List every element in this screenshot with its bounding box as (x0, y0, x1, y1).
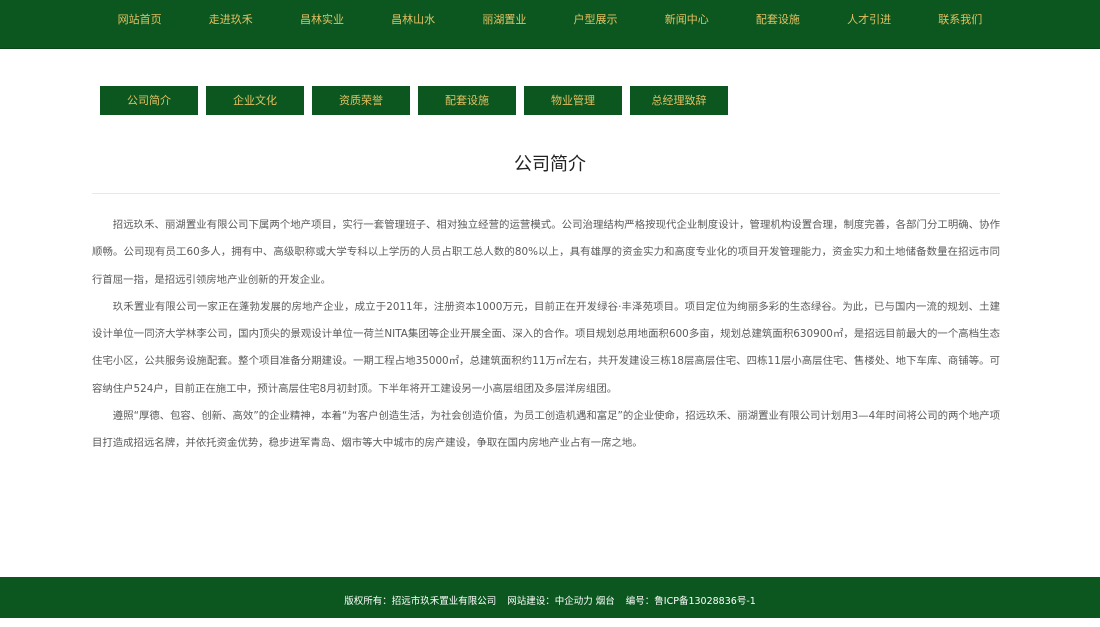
subnav-corporate-culture-button[interactable]: 企业文化 (206, 86, 304, 115)
nav-item-news[interactable]: 新闻中心 (641, 0, 732, 40)
footer-copyright: 版权所有：招远市玖禾置业有限公司 (344, 596, 497, 607)
subnav-facilities-button[interactable]: 配套设施 (418, 86, 516, 115)
nav-item-lihu-property[interactable]: 丽湖置业 (459, 0, 550, 40)
subnav-property-management-button[interactable]: 物业管理 (524, 86, 622, 115)
footer-icp-number: 编号：鲁ICP备13028836号-1 (625, 596, 756, 607)
page-title: 公司简介 (514, 154, 586, 175)
nav-item-talent[interactable]: 人才引进 (824, 0, 915, 40)
nav-item-changlin-industry[interactable]: 昌林实业 (276, 0, 367, 40)
article-paragraph: 玖禾置业有限公司一家正在蓬勃发展的房地产企业，成立于2011年，注册资本1000… (92, 300, 1000, 395)
top-navigation-bar: 网站首页 走进玖禾 昌林实业 昌林山水 丽湖置业 户型展示 新闻中心 配套设施 … (0, 0, 1100, 49)
nav-item-changlin-shanshui[interactable]: 昌林山水 (368, 0, 459, 40)
sub-navigation: 公司简介 企业文化 资质荣誉 配套设施 物业管理 总经理致辞 (100, 86, 728, 115)
nav-item-facilities[interactable]: 配套设施 (732, 0, 823, 40)
nav-item-about[interactable]: 走进玖禾 (185, 0, 276, 40)
subnav-gm-speech-button[interactable]: 总经理致辞 (630, 86, 728, 115)
article-body: 招远玖禾、丽湖置业有限公司下属两个地产项目，实行一套管理班子、相对独立经营的运营… (92, 212, 1000, 458)
nav-item-home[interactable]: 网站首页 (94, 0, 185, 40)
footer: 版权所有：招远市玖禾置业有限公司 网站建设：中企动力 烟台 编号：鲁ICP备13… (0, 577, 1100, 618)
subnav-company-profile-button[interactable]: 公司简介 (100, 86, 198, 115)
nav-item-floor-plans[interactable]: 户型展示 (550, 0, 641, 40)
article-paragraph: 遵照“厚德、包容、创新、高效”的企业精神，本着“为客户创造生活，为社会创造价值，… (92, 410, 1000, 450)
title-divider (92, 193, 1000, 194)
subnav-honors-button[interactable]: 资质荣誉 (312, 86, 410, 115)
nav-item-contact[interactable]: 联系我们 (915, 0, 1006, 40)
article-paragraph: 招远玖禾、丽湖置业有限公司下属两个地产项目，实行一套管理班子、相对独立经营的运营… (92, 219, 1000, 286)
footer-builder: 网站建设：中企动力 烟台 (507, 596, 615, 607)
top-nav-list: 网站首页 走进玖禾 昌林实业 昌林山水 丽湖置业 户型展示 新闻中心 配套设施 … (94, 0, 1006, 40)
